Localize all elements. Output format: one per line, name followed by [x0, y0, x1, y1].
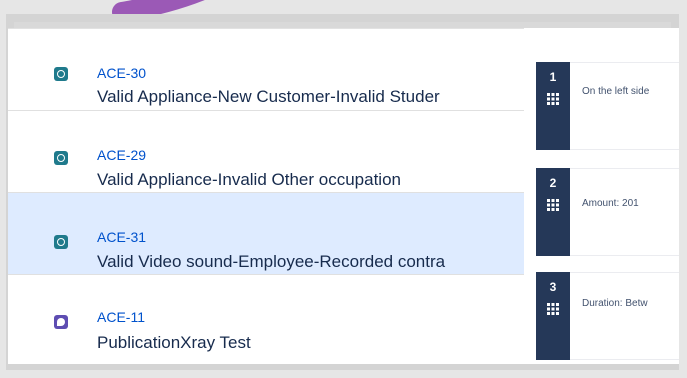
drag-grid-icon[interactable]	[546, 302, 560, 316]
test-issue-icon	[54, 151, 68, 165]
test-step-3[interactable]: 3 Duration: Betw	[536, 272, 679, 360]
issue-summary: PublicationXray Test	[97, 333, 251, 352]
test-issue-icon	[54, 67, 68, 81]
issue-key[interactable]: ACE-11	[97, 309, 145, 325]
step-content	[570, 62, 679, 150]
issue-summary: Valid Appliance-Invalid Other occupation	[97, 170, 401, 189]
issue-row-ace-30[interactable]: ACE-30 Valid Appliance-New Customer-Inva…	[8, 29, 524, 111]
issue-row-ace-31[interactable]: ACE-31 Valid Video sound-Employee-Record…	[8, 193, 524, 275]
issue-summary: Valid Video sound-Employee-Recorded cont…	[97, 252, 446, 271]
test-step-2[interactable]: 2 Amount: 201	[536, 168, 679, 256]
issue-row-ace-11[interactable]: ACE-11 PublicationXray Test	[8, 275, 524, 364]
issue-key[interactable]: ACE-31	[97, 229, 146, 245]
step-content	[570, 272, 679, 360]
step-number-badge: 3	[536, 272, 570, 360]
step-number: 3	[549, 280, 557, 294]
test-step-1[interactable]: 1 On the left side	[536, 62, 679, 150]
issue-list: ACE-30 Valid Appliance-New Customer-Inva…	[8, 28, 524, 364]
step-action-text: Duration: Betw	[582, 298, 648, 309]
step-number-badge: 2	[536, 168, 570, 256]
test-steps-panel: 1 On the left side 2 Amount: 201 3 Durat…	[524, 28, 679, 364]
step-content	[570, 168, 679, 256]
issue-row-ace-29[interactable]: ACE-29 Valid Appliance-Invalid Other occ…	[8, 111, 524, 193]
step-action-text: Amount: 201	[582, 198, 639, 209]
story-issue-icon	[54, 315, 68, 329]
step-action-text: On the left side	[582, 86, 650, 97]
step-number-badge: 1	[536, 62, 570, 150]
step-number: 2	[549, 176, 557, 190]
drag-grid-icon[interactable]	[546, 92, 560, 106]
issue-key[interactable]: ACE-29	[97, 147, 146, 163]
test-issue-icon	[54, 235, 68, 249]
test-panel: ACE-30 Valid Appliance-New Customer-Inva…	[8, 28, 679, 364]
step-number: 1	[549, 70, 557, 84]
drag-grid-icon[interactable]	[546, 198, 560, 212]
issue-summary: Valid Appliance-New Customer-Invalid Stu…	[97, 87, 440, 106]
issue-key[interactable]: ACE-30	[97, 65, 146, 81]
